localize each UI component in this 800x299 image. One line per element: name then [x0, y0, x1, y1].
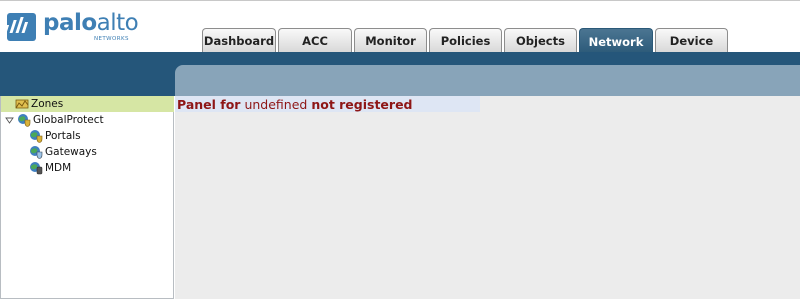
tree-item-label: MDM	[45, 162, 72, 174]
panel-toolbar	[175, 65, 800, 96]
tree-item-label: GlobalProtect	[33, 114, 104, 126]
tab-acc[interactable]: ACC	[278, 28, 352, 53]
app-header: paloalto NETWORKS Dashboard ACC Monitor …	[0, 0, 800, 54]
brand-wordmark: paloalto	[43, 10, 139, 36]
message-part-1: Panel for	[177, 97, 241, 112]
message-part-3: not registered	[311, 97, 413, 112]
tab-network[interactable]: Network	[579, 28, 653, 54]
globe-shield-icon	[30, 130, 43, 143]
globe-shield-icon	[18, 114, 31, 127]
tab-monitor[interactable]: Monitor	[354, 28, 427, 53]
navigation-tree: Zones GlobalProtect Portals Gateways MDM	[0, 96, 174, 299]
brand-subtitle: NETWORKS	[94, 36, 129, 42]
tab-dashboard[interactable]: Dashboard	[202, 28, 276, 53]
expand-triangle-icon[interactable]	[5, 116, 14, 125]
tree-item-label: Zones	[31, 98, 64, 110]
globe-shield-icon	[30, 146, 43, 159]
content-panel: Panel for undefined not registered	[175, 96, 800, 299]
tree-item-label: Portals	[45, 130, 81, 142]
globe-shield-icon	[30, 162, 43, 175]
zones-icon	[15, 99, 29, 109]
paloalto-logo[interactable]: paloalto NETWORKS	[7, 10, 139, 44]
tab-objects[interactable]: Objects	[504, 28, 577, 53]
tree-item-globalprotect[interactable]: GlobalProtect	[1, 112, 104, 128]
sub-navigation-bar	[0, 52, 800, 96]
tab-policies[interactable]: Policies	[429, 28, 502, 53]
tree-item-mdm[interactable]: MDM	[1, 160, 71, 176]
message-part-2: undefined	[244, 97, 308, 112]
paloalto-logo-mark-icon	[7, 13, 36, 41]
tree-item-gateways[interactable]: Gateways	[1, 144, 97, 160]
tree-item-zones[interactable]: Zones	[1, 96, 174, 112]
panel-error-message: Panel for undefined not registered	[177, 96, 413, 113]
tree-item-portals[interactable]: Portals	[1, 128, 81, 144]
tree-item-label: Gateways	[45, 146, 97, 158]
tab-device[interactable]: Device	[655, 28, 728, 53]
